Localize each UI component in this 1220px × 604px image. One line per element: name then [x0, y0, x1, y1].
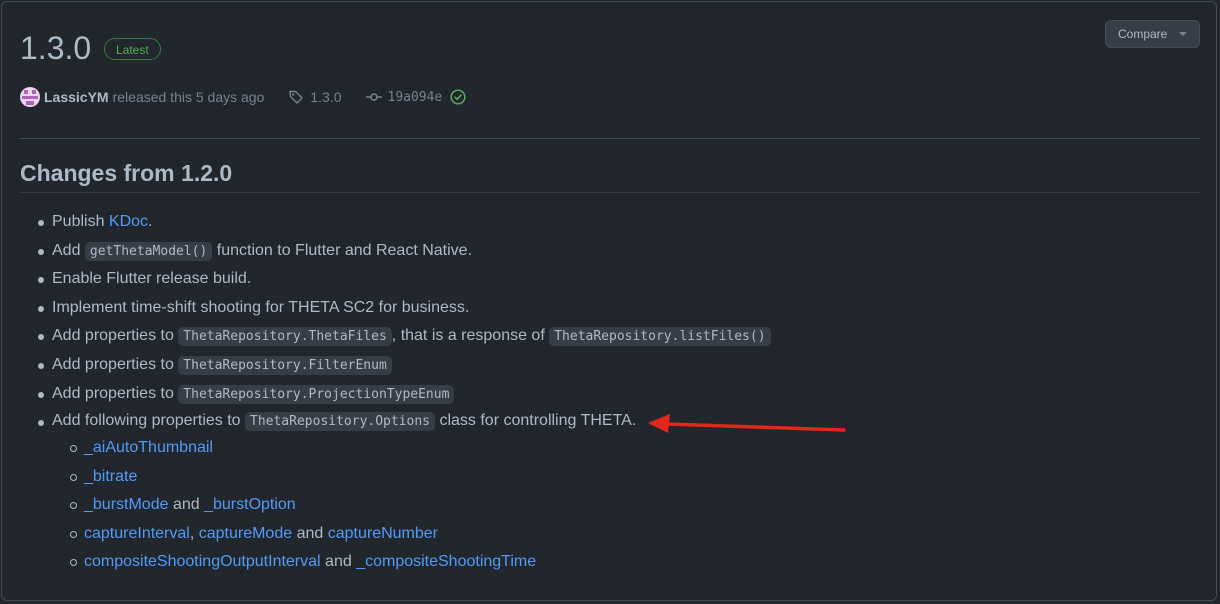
inline-code: ThetaRepository.Options — [245, 412, 436, 432]
git-commit-icon — [365, 93, 382, 101]
commit-link[interactable]: 19a094e — [388, 90, 443, 105]
option-link[interactable]: captureNumber — [328, 525, 438, 542]
header-divider — [20, 138, 1200, 139]
inline-code: ThetaRepository.FilterEnum — [178, 355, 392, 375]
inline-code: ThetaRepository.ThetaFiles — [178, 327, 392, 347]
notes-heading: Changes from 1.2.0 — [20, 160, 233, 186]
latest-badge: Latest — [104, 38, 161, 60]
sublist-item: captureInterval, captureMode and capture… — [20, 520, 771, 549]
released-text: released this 5 days ago — [112, 89, 265, 105]
annotation-arrow — [648, 414, 846, 433]
sublist-item: _bitrate — [20, 463, 771, 492]
release-meta: LassicYM released this 5 days ago 1.3.0 … — [20, 86, 466, 108]
kdoc-link[interactable]: KDoc — [109, 213, 148, 230]
release-version[interactable]: 1.3.0 — [20, 28, 91, 68]
option-link[interactable]: _compositeShootingTime — [356, 553, 536, 570]
option-link[interactable]: captureInterval — [84, 525, 190, 542]
author-link[interactable]: LassicYM — [44, 89, 109, 105]
release-card: 1.3.0 Latest Compare LassicYM released t… — [1, 1, 1217, 601]
option-link[interactable]: _aiAutoThumbnail — [84, 439, 213, 456]
author-avatar[interactable] — [20, 87, 40, 107]
options-sublist: _aiAutoThumbnail _bitrate _burstMode and… — [20, 434, 771, 577]
check-circle-icon[interactable] — [450, 89, 466, 105]
list-item: Add properties to ThetaRepository.Filter… — [20, 351, 771, 380]
chevron-down-icon — [1179, 32, 1187, 36]
list-item: Enable Flutter release build. — [20, 265, 771, 294]
list-item: Add getThetaModel() function to Flutter … — [20, 237, 771, 266]
option-link[interactable]: _burstOption — [204, 496, 296, 513]
compare-button[interactable]: Compare — [1105, 20, 1200, 48]
changes-list: Publish KDoc. Add getThetaModel() functi… — [20, 208, 771, 577]
option-link[interactable]: _bitrate — [84, 468, 137, 485]
list-item: Add properties to ThetaRepository.Projec… — [20, 380, 771, 409]
sublist-item: compositeShootingOutputInterval and _com… — [20, 548, 771, 577]
heading-divider — [20, 192, 1200, 193]
inline-code: ThetaRepository.ProjectionTypeEnum — [178, 384, 455, 404]
option-link[interactable]: compositeShootingOutputInterval — [84, 553, 321, 570]
tag-link[interactable]: 1.3.0 — [310, 89, 341, 105]
sublist-item: _burstMode and _burstOption — [20, 491, 771, 520]
tag-icon — [289, 90, 304, 104]
compare-button-label: Compare — [1118, 27, 1168, 41]
option-link[interactable]: captureMode — [199, 525, 292, 542]
list-item: Implement time-shift shooting for THETA … — [20, 294, 771, 323]
inline-code: ThetaRepository.listFiles() — [549, 327, 771, 347]
option-link[interactable]: _burstMode — [84, 496, 169, 513]
list-item: Add properties to ThetaRepository.ThetaF… — [20, 322, 771, 351]
list-item: Publish KDoc. — [20, 208, 771, 237]
inline-code: getThetaModel() — [84, 241, 213, 261]
